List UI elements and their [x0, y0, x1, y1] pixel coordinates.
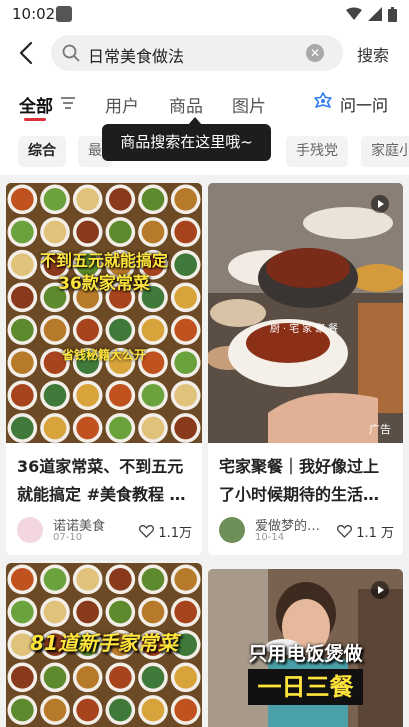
cover-overlay-text-1: 只用电饭煲做	[248, 643, 363, 665]
avatar[interactable]	[17, 517, 43, 543]
note-card[interactable]: 只用电饭煲做 一日三餐	[208, 569, 403, 727]
tab-users[interactable]: 用户	[105, 92, 139, 117]
back-arrow-icon[interactable]	[14, 40, 40, 66]
result-tabs: 全部 用户 商品 图片 问一问	[0, 78, 409, 128]
post-date: 07-10	[53, 532, 83, 543]
note-cover-image: 81道新手家常菜	[6, 563, 202, 727]
note-title-line: 宅家聚餐｜我好像过上	[219, 457, 380, 476]
clear-icon[interactable]: ✕	[306, 44, 324, 62]
status-time: 10:02	[12, 5, 56, 23]
post-date: 10-14	[255, 532, 285, 543]
ask-tab-label[interactable]: 问一问	[340, 92, 388, 116]
note-card[interactable]: 81道新手家常菜	[6, 563, 202, 727]
chip-overall[interactable]: 综合	[18, 136, 66, 167]
cover-watermark-text: 厨·宅家聚餐	[269, 324, 342, 335]
note-card[interactable]: 厨·宅家聚餐 广告 宅家聚餐｜我好像过上 了小时候期待的生活… 爱做梦的… 10…	[208, 183, 403, 555]
note-title-line: 了小时候期待的生活…	[219, 485, 380, 504]
author-row[interactable]: 诺诺美食 07-10 1.1万	[17, 515, 192, 545]
status-icons	[346, 6, 397, 22]
chip-beginner[interactable]: 手残党	[286, 136, 348, 167]
goods-search-tooltip[interactable]: 商品搜索在这里哦~	[102, 124, 271, 161]
search-input[interactable]: 日常美食做法 ✕	[51, 35, 343, 71]
author-row[interactable]: 爱做梦的… 10-14 1.1 万	[219, 515, 394, 545]
heart-icon	[139, 525, 155, 538]
active-tab-indicator	[24, 118, 46, 121]
cover-overlay-text-3: 省钱秘籍大公开	[61, 348, 146, 362]
filter-icon[interactable]	[60, 96, 76, 110]
ad-badge: 广告	[369, 423, 391, 436]
search-query-text: 日常美食做法	[88, 47, 185, 66]
notification-app-icon	[56, 6, 72, 22]
cover-overlay-text-1: 不到五元就能搞定	[39, 251, 168, 270]
note-cover-image: 只用电饭煲做 一日三餐	[208, 569, 403, 727]
ask-icon[interactable]	[313, 92, 333, 112]
heart-icon	[337, 525, 353, 538]
cover-overlay-text-1: 81道新手家常菜	[30, 631, 178, 655]
tab-goods[interactable]: 商品	[169, 92, 203, 117]
note-title-line: 就能搞定 #美食教程 …	[17, 485, 186, 504]
dinner-table-photo	[208, 183, 403, 443]
note-cover-image: 不到五元就能搞定 36款家常菜 省钱秘籍大公开	[6, 183, 202, 443]
note-cover-image: 厨·宅家聚餐 广告	[208, 183, 403, 443]
like-count: 1.1万	[158, 526, 192, 541]
status-bar: 10:02	[0, 0, 409, 28]
video-play-icon	[371, 581, 389, 599]
signal-icon	[368, 7, 382, 21]
like-button[interactable]: 1.1万	[139, 522, 192, 541]
tab-all[interactable]: 全部	[19, 92, 53, 117]
food-grid-image	[6, 183, 202, 443]
note-title-line: 36道家常菜、不到五元	[17, 457, 184, 476]
video-play-icon	[371, 195, 389, 213]
search-icon	[62, 44, 80, 62]
like-count: 1.1 万	[356, 526, 394, 541]
avatar[interactable]	[219, 517, 245, 543]
battery-icon	[388, 6, 397, 22]
chip-family[interactable]: 家庭小	[361, 136, 409, 167]
cover-overlay-text-2: 36款家常菜	[58, 274, 150, 294]
tab-images[interactable]: 图片	[232, 92, 266, 117]
search-header: 日常美食做法 ✕ 搜索	[0, 28, 409, 78]
cover-overlay-text-2: 一日三餐	[248, 669, 363, 705]
note-card[interactable]: 不到五元就能搞定 36款家常菜 省钱秘籍大公开 36道家常菜、不到五元 就能搞定…	[6, 183, 202, 555]
wifi-icon	[346, 7, 362, 20]
like-button[interactable]: 1.1 万	[337, 522, 394, 541]
search-button[interactable]: 搜索	[357, 42, 389, 66]
